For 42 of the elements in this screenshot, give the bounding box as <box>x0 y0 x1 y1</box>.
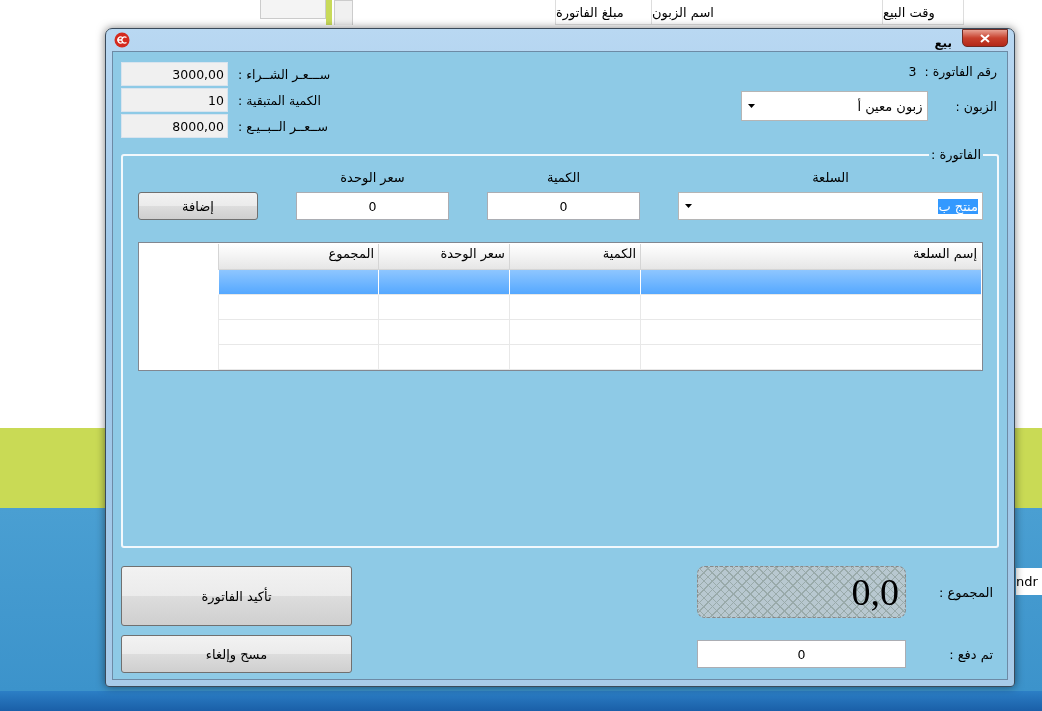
paid-field[interactable]: 0 <box>697 640 906 668</box>
table-row[interactable] <box>218 345 981 370</box>
paid-label: تم دفع : <box>948 646 993 662</box>
total-label: المجموع : <box>938 584 993 600</box>
column-label: السلعة <box>811 169 850 185</box>
quantity-field[interactable]: 0 <box>487 192 640 220</box>
readonly-field: 10 <box>121 88 228 112</box>
field-label: ســـعـر الشــراء : <box>238 66 331 82</box>
invoice-number: 3 <box>908 64 917 79</box>
column-header[interactable]: المجموع <box>218 244 378 270</box>
field-label: ســعــر الــبــيـع : <box>238 118 328 134</box>
caret-icon <box>747 104 755 108</box>
scrollbar[interactable] <box>334 0 353 26</box>
panel-edge <box>326 0 332 25</box>
window-title: بيع <box>934 36 952 50</box>
add-button[interactable]: إضافة <box>138 192 258 220</box>
field-label: الكمية المتبقية : <box>238 92 321 108</box>
close-icon <box>980 33 990 43</box>
readonly-field: 3000,00 <box>121 62 228 86</box>
column-label: سعر الوحدة <box>339 169 406 185</box>
column-header: اسم الزبون <box>651 0 882 24</box>
table-row[interactable] <box>218 295 981 320</box>
confirm-button[interactable]: تأكيد الفاتورة <box>121 566 352 626</box>
column-header[interactable]: سعر الوحدة <box>378 244 509 270</box>
customer-label: الزبون : <box>955 98 997 114</box>
app-icon <box>114 32 130 48</box>
unit-price-field[interactable]: 0 <box>296 192 449 220</box>
column-header: مبلغ الفاتورة <box>555 0 651 24</box>
customer-dropdown[interactable]: زبون معين أ <box>740 91 928 121</box>
close-button[interactable] <box>962 29 1008 47</box>
table-row[interactable] <box>218 320 981 345</box>
readonly-field: 8000,00 <box>121 114 228 138</box>
column-header[interactable]: إسم السلعة <box>640 244 981 270</box>
table-row[interactable] <box>218 270 981 295</box>
caret-icon <box>685 204 692 208</box>
group-legend: الفاتورة : <box>928 147 983 162</box>
total-display: 0,0 <box>697 566 906 618</box>
invoice-number-label: رقم الفاتورة : <box>924 64 997 79</box>
column-header: وقت البيع <box>882 0 964 24</box>
column-header[interactable]: الكمية <box>509 244 640 270</box>
column-label: الكمية <box>545 169 582 185</box>
cancel-button[interactable]: مسح وإلغاء <box>121 635 352 673</box>
